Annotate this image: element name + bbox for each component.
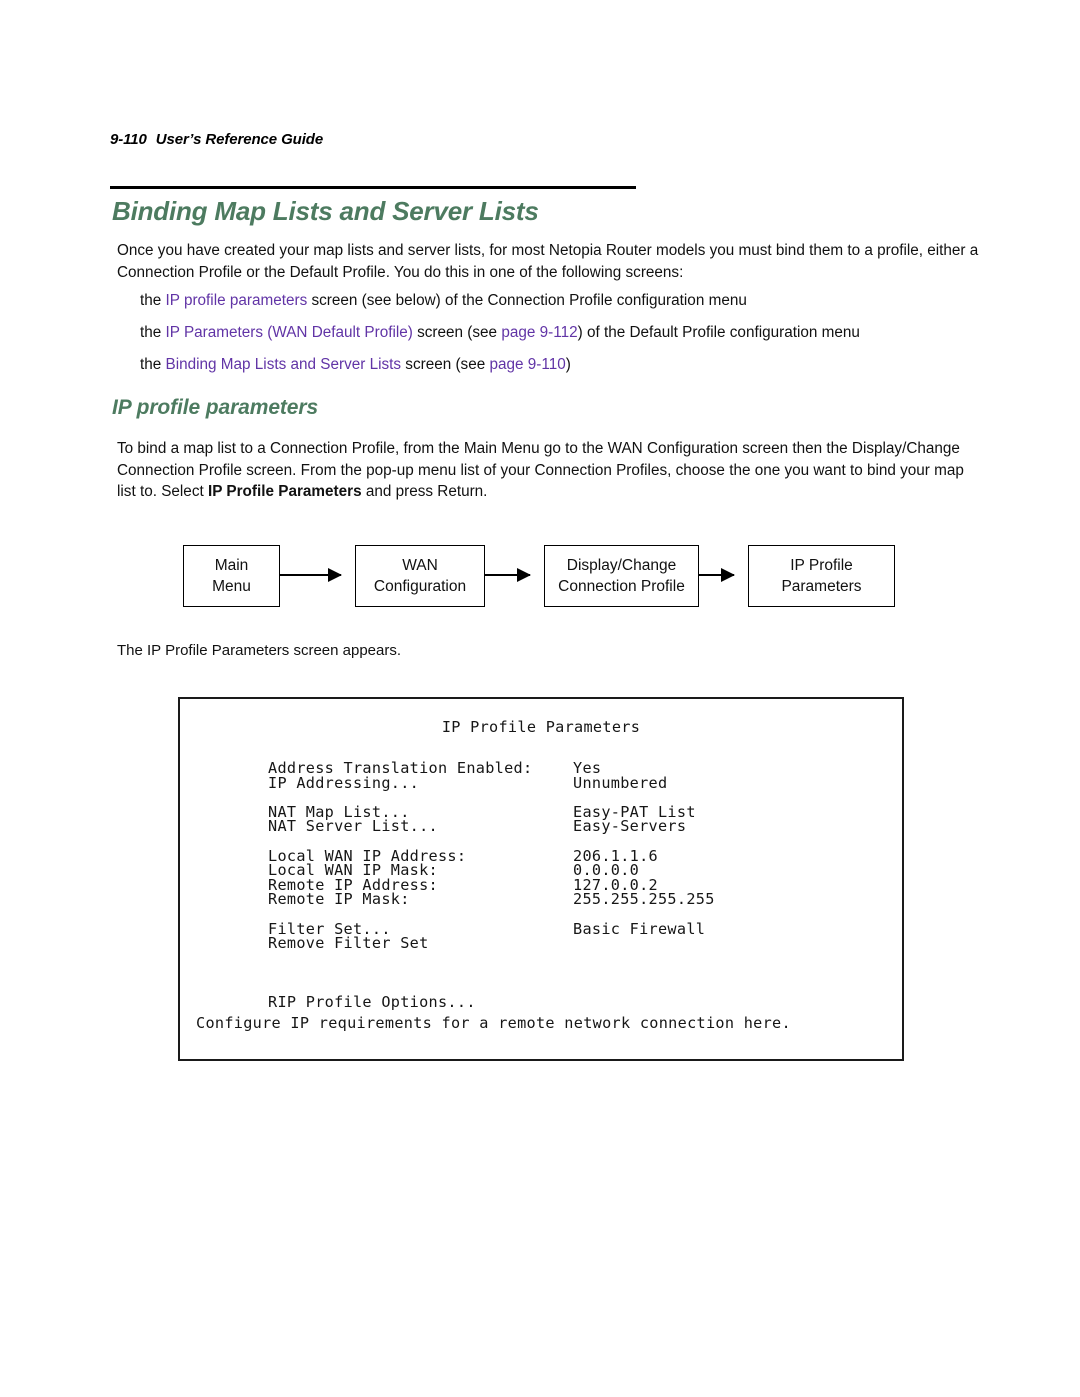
chapter-heading: Binding Map Lists and Server Lists <box>112 196 539 226</box>
terminal-row-label: NAT Server List... <box>268 817 438 836</box>
binding-paragraph-part2: and press Return. <box>361 483 488 500</box>
flow-box-1-line1: Main <box>214 557 249 574</box>
binding-paragraph-emphasis: IP Profile Parameters <box>207 483 362 500</box>
terminal-row[interactable]: RIP Profile Options... <box>268 992 892 1011</box>
flow-arrow-3-icon <box>699 568 735 582</box>
terminal-row-spacer <box>268 951 892 995</box>
terminal-row-value: Basic Firewall <box>573 919 706 938</box>
terminal-rows: Address Translation Enabled: Yes IP Addres… <box>268 761 892 1011</box>
flow-box-4-line1: IP Profile <box>790 557 853 574</box>
flow-box-display-change-connection-profile: Display/Change Connection Profile <box>544 545 699 607</box>
flow-arrow-1-icon <box>280 568 342 582</box>
bullet-2-pre: the <box>140 324 166 341</box>
page-folio: 9-110 <box>110 131 147 148</box>
terminal-row[interactable]: NAT Server List... Easy-Servers <box>268 819 892 834</box>
link-ip-profile-parameters[interactable]: IP profile parameters <box>166 292 308 309</box>
intro-paragraph: Once you have created your map lists and… <box>117 242 979 281</box>
section-heading: IP profile parameters <box>112 396 319 419</box>
flow-box-2-line2: Configuration <box>373 578 467 595</box>
link-binding-map-lists-and-server-lists[interactable]: Binding Map Lists and Server Lists <box>166 356 402 373</box>
terminal-row[interactable]: IP Addressing... Unnumbered <box>268 773 892 792</box>
terminal-row-value: 255.255.255.255 <box>573 890 715 909</box>
link-page-9-112[interactable]: page 9-112 <box>501 324 577 341</box>
flow-box-4-line2: Parameters <box>781 578 862 595</box>
flow-box-wan-configuration: WAN Configuration <box>355 545 485 607</box>
heading-rule <box>110 186 636 189</box>
flow-box-2-line1: WAN <box>402 557 438 574</box>
flow-box-main-menu: Main Menu <box>183 545 280 607</box>
flow-box-1-line2: Menu <box>212 578 251 595</box>
terminal-row-label: IP Addressing... <box>268 773 420 792</box>
list-item: the IP profile parameters screen (see be… <box>140 290 747 311</box>
terminal-screen-capture: IP Profile Parameters Address Translatio… <box>178 697 904 1061</box>
terminal-row-label: RIP Profile Options... <box>268 992 476 1011</box>
flow-box-ip-profile-parameters: IP Profile Parameters <box>748 545 895 607</box>
flow-box-3-line2: Connection Profile <box>558 578 685 595</box>
list-item: the Binding Map Lists and Server Lists s… <box>140 354 571 375</box>
bullet-1-pre: the <box>140 292 166 309</box>
terminal-title: IP Profile Parameters <box>441 718 641 736</box>
list-item: the IP Parameters (WAN Default Profile) … <box>140 322 860 343</box>
bullet-3-post: ) <box>565 356 571 373</box>
terminal-row-label: Remove Filter Set <box>268 934 429 953</box>
bullet-3-mid: screen (see <box>401 356 490 373</box>
terminal-row[interactable]: Remove Filter Set <box>268 936 892 951</box>
terminal-row-value: Unnumbered <box>573 773 668 792</box>
flow-arrow-2-icon <box>485 568 531 582</box>
document-page: 9-110 User’s Reference Guide Binding Map … <box>0 0 1080 1397</box>
terminal-row-label: Remote IP Mask: <box>268 890 410 909</box>
link-page-9-110[interactable]: page 9-110 <box>489 356 565 373</box>
bullet-2-post: ) of the Default Profile configuration m… <box>577 324 860 341</box>
bullet-3-pre: the <box>140 356 166 373</box>
running-header: 9-110 User’s Reference Guide <box>110 131 323 148</box>
bullet-1-post: screen (see below) of the Connection Pro… <box>307 292 747 309</box>
flow-box-3-line1: Display/Change <box>566 557 677 574</box>
terminal-footer-help: Configure IP requirements for a remote n… <box>196 1014 791 1032</box>
link-ip-parameters-wan-default-profile[interactable]: IP Parameters (WAN Default Profile) <box>166 324 413 341</box>
bullet-2-mid: screen (see <box>412 324 502 341</box>
binding-paragraph: To bind a map list to a Connection Profi… <box>117 438 979 503</box>
guide-title: User’s Reference Guide <box>155 131 324 148</box>
terminal-row-value: Easy-Servers <box>573 817 687 836</box>
terminal-row[interactable]: Remote IP Mask: 255.255.255.255 <box>268 892 892 907</box>
screen-caption: The IP Profile Parameters screen appears… <box>117 642 402 659</box>
